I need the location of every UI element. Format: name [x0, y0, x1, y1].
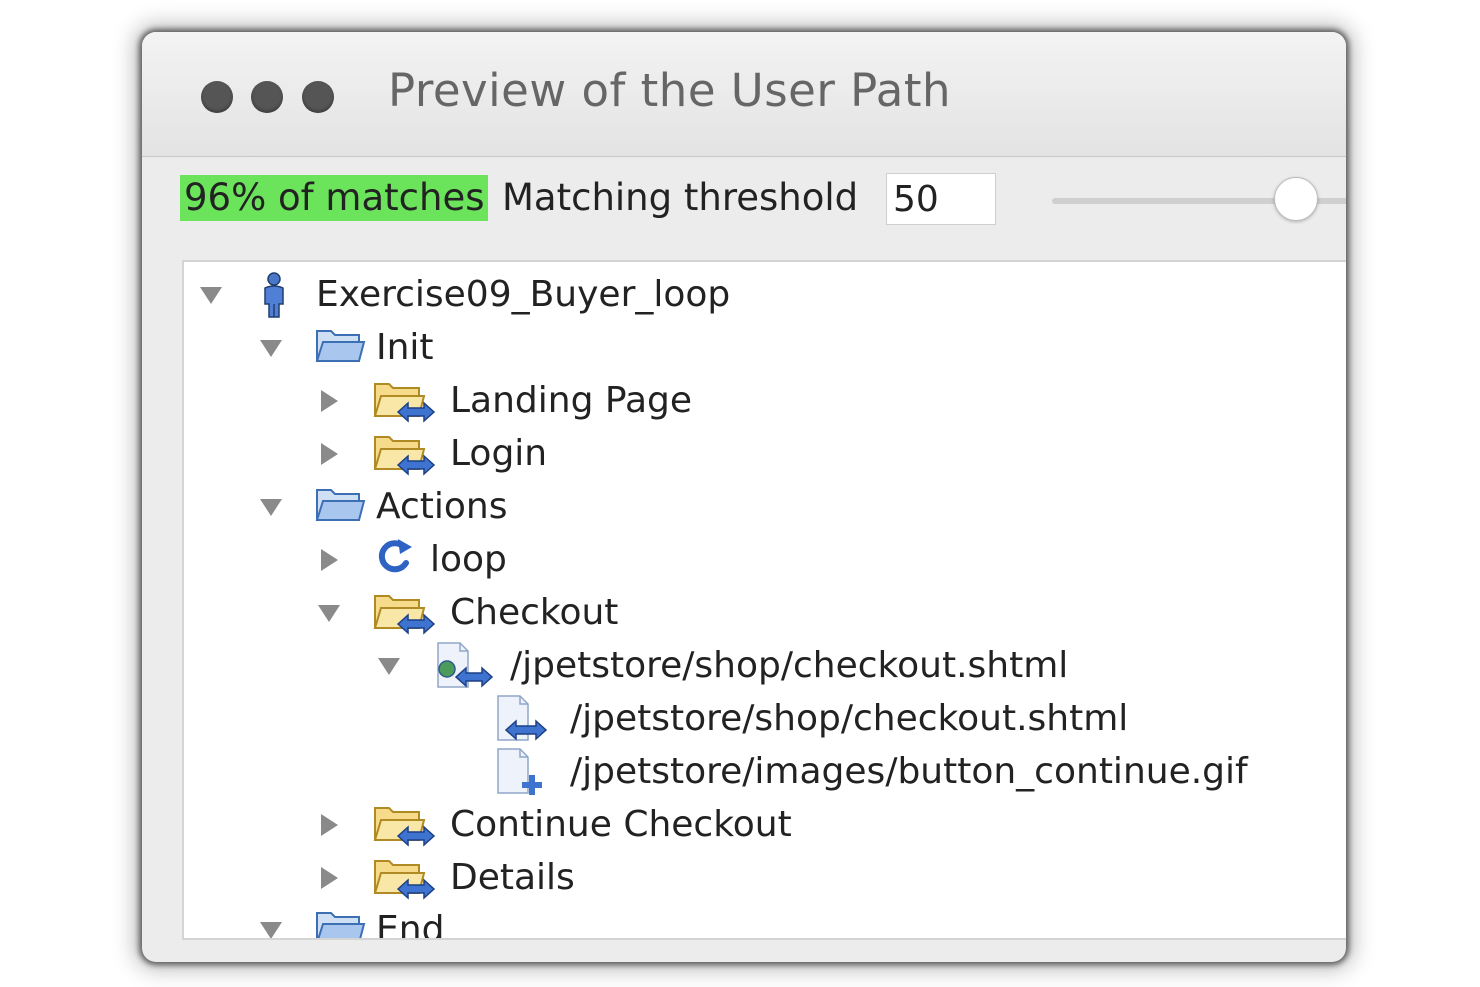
expand-triangle-down-icon[interactable] — [256, 333, 286, 363]
expand-triangle-right-icon[interactable] — [314, 810, 344, 840]
tree-row[interactable]: /jpetstore/images/button_continue.gif — [434, 745, 1248, 798]
window-title: Preview of the User Path — [388, 64, 952, 117]
tree-item-label: /jpetstore/shop/checkout.shtml — [510, 645, 1069, 686]
match-percentage-badge: 96% of matches — [180, 175, 489, 221]
expand-triangle-right-icon[interactable] — [314, 545, 344, 575]
title-bar: Preview of the User Path — [142, 32, 1346, 157]
expand-triangle-down-icon[interactable] — [374, 651, 404, 681]
expand-triangle-right-icon[interactable] — [314, 439, 344, 469]
zoom-window-button[interactable] — [302, 81, 334, 113]
expand-triangle-right-icon[interactable] — [314, 863, 344, 893]
tree-row[interactable]: /jpetstore/shop/checkout.shtml — [374, 639, 1068, 692]
page-folder-icon — [372, 376, 440, 426]
tree-row[interactable]: Exercise09_Buyer_loop — [196, 268, 730, 321]
tree-item-label: Continue Checkout — [450, 804, 792, 845]
close-window-button[interactable] — [201, 81, 233, 113]
loop-icon — [372, 535, 420, 585]
preview-window: Preview of the User Path 96% of matches … — [142, 32, 1346, 962]
tree-item-label: /jpetstore/images/button_continue.gif — [570, 751, 1248, 792]
tree-row[interactable]: loop — [314, 533, 507, 586]
threshold-slider-thumb[interactable] — [1274, 177, 1318, 221]
tree-row[interactable]: Details — [314, 851, 575, 904]
minimize-window-button[interactable] — [251, 81, 283, 113]
page-folder-icon — [372, 800, 440, 850]
tree-row[interactable]: Init — [256, 321, 434, 374]
tree-item-label: Details — [450, 857, 575, 898]
tree-item-label: Actions — [376, 486, 508, 527]
folder-open-icon — [314, 323, 366, 373]
tree-row[interactable]: /jpetstore/shop/checkout.shtml — [434, 692, 1128, 745]
tree-item-label: Exercise09_Buyer_loop — [316, 274, 731, 315]
tree-item-label: End — [376, 909, 445, 940]
resource-icon — [492, 747, 560, 797]
tree-row[interactable]: Checkout — [314, 586, 618, 639]
expand-triangle-down-icon[interactable] — [314, 598, 344, 628]
threshold-input[interactable] — [886, 173, 996, 225]
tree-row[interactable]: Continue Checkout — [314, 798, 792, 851]
threshold-label: Matching threshold — [502, 176, 859, 219]
tree-item-label: Init — [376, 327, 434, 368]
expand-triangle-down-icon[interactable] — [256, 915, 286, 938]
tree-item-label: loop — [430, 539, 507, 580]
tree-item-label: /jpetstore/shop/checkout.shtml — [570, 698, 1129, 739]
request-icon — [492, 694, 560, 744]
page-folder-icon — [372, 429, 440, 479]
folder-open-icon — [314, 482, 366, 532]
folder-open-icon — [314, 905, 366, 938]
tree-row[interactable]: Login — [314, 427, 547, 480]
tree-item-label: Landing Page — [450, 380, 693, 421]
user-icon — [254, 270, 294, 320]
user-path-tree[interactable]: Exercise09_Buyer_loop Init Landing Page … — [182, 260, 1346, 940]
tree-row[interactable]: End — [256, 903, 445, 940]
tree-row[interactable]: Actions — [256, 480, 508, 533]
expand-triangle-down-icon[interactable] — [256, 492, 286, 522]
tree-item-label: Checkout — [450, 592, 619, 633]
page-folder-icon — [372, 853, 440, 903]
tree-row[interactable]: Landing Page — [314, 374, 692, 427]
page-folder-icon — [372, 588, 440, 638]
web-page-icon — [432, 641, 500, 691]
tree-item-label: Login — [450, 433, 548, 474]
expand-triangle-down-icon[interactable] — [196, 280, 226, 310]
expand-triangle-right-icon[interactable] — [314, 386, 344, 416]
